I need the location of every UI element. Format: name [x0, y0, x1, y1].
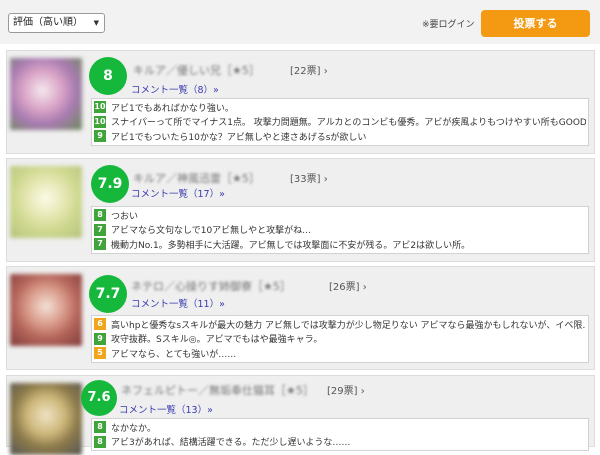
review-item: 9 アビ1でもついたら10かな？アビ無しやと速さあげるsが欲しい	[94, 129, 586, 144]
review-score: 10	[94, 115, 106, 128]
comment-list-link[interactable]: コメント一覧（11）»	[131, 296, 225, 310]
review-list: 6 高いhpと優秀なsスキルが最大の魅力 アビ無しでは攻撃力が少し物足りない ア…	[91, 315, 589, 363]
vote-count[interactable]: [22票] ›	[290, 62, 328, 77]
login-required-note: ※要ログイン	[422, 20, 475, 30]
review-text: 攻守抜群。Sスキル◎。アビマでもはや最強キャラ。	[111, 335, 323, 346]
vote-count[interactable]: [26票] ›	[329, 278, 367, 293]
post-vote-button[interactable]: 投票する	[481, 10, 590, 37]
sort-select-label: 評価（高い順）	[13, 17, 83, 28]
review-item: 5 アビマなら、とても強いが……	[94, 346, 586, 361]
review-item: 7 アビマなら文句なしで10アビ無しやと攻撃がね…	[94, 223, 586, 238]
review-item: 6 高いhpと優秀なsスキルが最大の魅力 アビ無しでは攻撃力が少し物足りない ア…	[94, 317, 586, 332]
review-text: アビマなら文句なしで10アビ無しやと攻撃がね…	[111, 226, 312, 237]
comment-list-link[interactable]: コメント一覧（8）»	[131, 82, 219, 96]
review-text: アビ1でもあればかなり強い。	[111, 103, 234, 114]
vote-count[interactable]: [33票] ›	[290, 170, 328, 185]
review-text: なかなか。	[111, 423, 156, 434]
review-score: 6	[94, 318, 106, 331]
character-name[interactable]: キルア／優しい兄［★5］	[133, 62, 260, 78]
review-text: アビ1でもついたら10かな？アビ無しやと速さあげるsが欲しい	[111, 132, 367, 143]
character-name[interactable]: ネフェルピトー／無垢奉仕猫耳［★5］	[121, 382, 314, 398]
review-text: 高いhpと優秀なsスキルが最大の魅力 アビ無しでは攻撃力が少し物足りない アビマ…	[111, 320, 586, 331]
review-score: 9	[94, 130, 106, 143]
comment-list-link[interactable]: コメント一覧（13）»	[119, 402, 213, 416]
review-text: つおい	[111, 211, 139, 222]
character-card: 7.7 ネテロ／心操りす姉御寮［★5］ [26票] › コメント一覧（11）» …	[6, 266, 595, 370]
review-item: 8 なかなか。	[94, 420, 586, 435]
review-item: 10 アビ1でもあればかなり強い。	[94, 100, 586, 115]
chevron-down-icon: ▼	[93, 19, 99, 27]
review-text: 機動力No.1。多勢相手に大活躍。アビ無しでは攻撃面に不安が残る。アビ2は欲しい…	[111, 240, 471, 251]
comment-list-link[interactable]: コメント一覧（17）»	[131, 186, 225, 200]
review-item: 9 攻守抜群。Sスキル◎。アビマでもはや最強キャラ。	[94, 332, 586, 347]
review-score: 8	[94, 209, 106, 222]
character-thumbnail[interactable]	[10, 383, 82, 455]
review-item: 8 つおい	[94, 208, 586, 223]
review-text: スナイパーって所でマイナス1点。 攻撃力問題無。アルカとのコンビも優秀。アビが疾…	[111, 118, 586, 129]
review-score: 9	[94, 332, 106, 345]
sort-select[interactable]: 評価（高い順） ▼	[8, 13, 105, 33]
review-item: 7 機動力No.1。多勢相手に大活躍。アビ無しでは攻撃面に不安が残る。アビ2は欲…	[94, 237, 586, 252]
review-score: 8	[94, 435, 106, 448]
review-text: アビマなら、とても強いが……	[111, 349, 237, 360]
review-score: 7	[94, 223, 106, 236]
character-card: 7.6 ネフェルピトー／無垢奉仕猫耳［★5］ [29票] › コメント一覧（13…	[6, 375, 595, 455]
review-score: 8	[94, 421, 106, 434]
review-list: 8 つおい 7 アビマなら文句なしで10アビ無しやと攻撃がね… 7 機動力No.…	[91, 206, 589, 254]
score-badge: 7.9	[91, 165, 129, 203]
character-thumbnail[interactable]	[10, 58, 82, 130]
character-card: 8 キルア／優しい兄［★5］ [22票] › コメント一覧（8）» 10 アビ1…	[6, 50, 595, 154]
review-score: 10	[94, 101, 106, 114]
score-badge: 7.7	[89, 275, 127, 313]
score-badge: 7.6	[81, 380, 117, 416]
score-badge: 8	[89, 57, 127, 95]
vote-count[interactable]: [29票] ›	[327, 382, 365, 397]
review-score: 5	[94, 347, 106, 360]
character-name[interactable]: ネテロ／心操りす姉御寮［★5］	[131, 278, 291, 294]
toolbar: 評価（高い順） ▼ ※要ログイン 投票する	[0, 0, 600, 44]
review-score: 7	[94, 238, 106, 251]
character-card: 7.9 キルア／神風迅雷［★5］ [33票] › コメント一覧（17）» 8 つ…	[6, 158, 595, 262]
character-thumbnail[interactable]	[10, 274, 82, 346]
character-name[interactable]: キルア／神風迅雷［★5］	[133, 170, 260, 186]
review-text: アビ3があれば、結構活躍できる。ただ少し遅いような……	[111, 438, 351, 449]
review-list: 8 なかなか。 8 アビ3があれば、結構活躍できる。ただ少し遅いような……	[91, 418, 589, 451]
character-thumbnail[interactable]	[10, 166, 82, 238]
review-item: 10 スナイパーって所でマイナス1点。 攻撃力問題無。アルカとのコンビも優秀。ア…	[94, 115, 586, 130]
review-list: 10 アビ1でもあればかなり強い。 10 スナイパーって所でマイナス1点。 攻撃…	[91, 98, 589, 146]
